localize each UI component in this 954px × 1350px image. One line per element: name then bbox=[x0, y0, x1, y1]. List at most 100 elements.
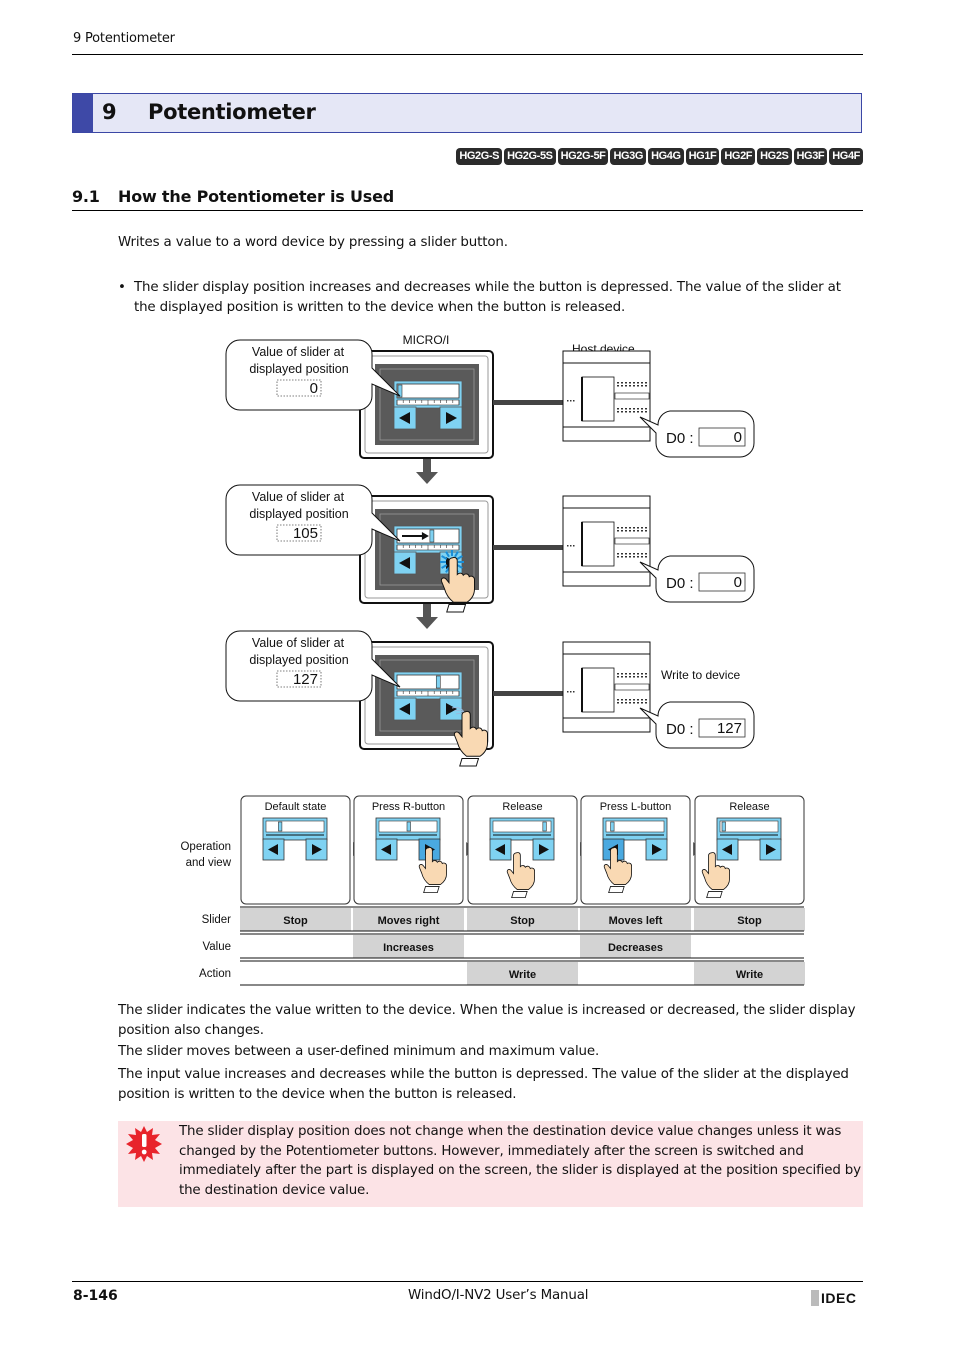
hand-cuff bbox=[423, 886, 440, 894]
host-slot bbox=[614, 683, 650, 691]
port-pin bbox=[573, 545, 575, 547]
callout-line: Value of slider at bbox=[252, 345, 345, 359]
slider-track bbox=[396, 674, 460, 690]
table-cell-text: Stop bbox=[283, 915, 308, 927]
io-terminal bbox=[621, 530, 623, 532]
host-module bbox=[581, 376, 615, 422]
io-terminal bbox=[637, 408, 639, 410]
slider-value: 127 bbox=[293, 671, 318, 688]
device-label: D0 : bbox=[666, 430, 694, 447]
operation-card bbox=[467, 795, 578, 905]
micro-i-frame bbox=[359, 350, 494, 459]
press-burst-ray bbox=[454, 566, 459, 573]
release-motion-line bbox=[455, 713, 469, 719]
port-pin bbox=[573, 691, 575, 693]
mini-left-button bbox=[602, 838, 625, 861]
host-module bbox=[581, 521, 615, 567]
hand-pointer-icon bbox=[453, 710, 488, 767]
callout-bubble bbox=[225, 339, 401, 411]
row-label-operation: Operation bbox=[180, 841, 231, 853]
port-pin bbox=[567, 545, 569, 547]
right-button bbox=[439, 406, 463, 430]
model-badges: HG2G-S HG2G-5S HG2G-5F HG3G HG4G HG1F HG… bbox=[456, 148, 863, 165]
mini-right-button bbox=[418, 838, 441, 861]
io-terminal bbox=[625, 382, 627, 384]
io-terminal bbox=[621, 702, 623, 704]
paragraph: The slider moves between a user-defined … bbox=[118, 1044, 600, 1059]
mini-slider-body bbox=[602, 817, 668, 841]
host-device-body bbox=[562, 641, 651, 733]
io-terminal bbox=[629, 385, 631, 387]
mini-slider-knob bbox=[278, 821, 283, 832]
io-terminal bbox=[617, 382, 619, 384]
model-badge: HG2G-S bbox=[456, 148, 503, 165]
left-arrow-icon bbox=[268, 844, 278, 855]
io-terminal bbox=[617, 411, 619, 413]
io-terminal bbox=[645, 673, 647, 675]
io-terminal bbox=[617, 527, 619, 529]
io-terminal bbox=[625, 527, 627, 529]
right-arrow-icon bbox=[312, 844, 322, 855]
io-terminal bbox=[641, 411, 643, 413]
device-value-bubble bbox=[639, 410, 755, 458]
io-terminal bbox=[629, 411, 631, 413]
screen-inner-border bbox=[379, 513, 475, 586]
model-badge: HG3G bbox=[610, 148, 647, 165]
operation-card bbox=[240, 795, 351, 905]
io-terminal bbox=[621, 699, 623, 701]
micro-i-frame bbox=[359, 641, 494, 750]
io-terminal bbox=[629, 530, 631, 532]
hand-shape bbox=[506, 852, 536, 890]
operation-title: Release bbox=[502, 801, 542, 813]
io-terminal bbox=[625, 530, 627, 532]
mini-slider-track bbox=[492, 820, 552, 833]
operation-column: Release Stop Write bbox=[467, 795, 590, 985]
table-cell-shaded bbox=[353, 935, 464, 958]
io-terminal bbox=[633, 382, 635, 384]
io-terminal bbox=[629, 699, 631, 701]
table-cell-shaded bbox=[467, 908, 578, 931]
callout-line: displayed position bbox=[249, 362, 348, 376]
io-terminal bbox=[629, 673, 631, 675]
port-pin bbox=[567, 400, 569, 402]
model-badge: HG2G-5S bbox=[504, 148, 556, 165]
model-badge: HG2G-5F bbox=[557, 148, 609, 165]
io-terminal bbox=[641, 556, 643, 558]
io-terminal bbox=[621, 385, 623, 387]
mini-left-button bbox=[375, 838, 398, 861]
hand-cuff bbox=[446, 604, 467, 613]
hand-cuff bbox=[706, 891, 723, 899]
slider-scale bbox=[396, 544, 460, 551]
io-terminal bbox=[633, 673, 635, 675]
slider-track bbox=[396, 383, 460, 399]
table-cell-text: Increases bbox=[383, 942, 434, 954]
operation-card bbox=[580, 795, 691, 905]
device-value: 0 bbox=[734, 574, 742, 591]
connection-cable bbox=[493, 545, 563, 550]
left-arrow-icon bbox=[399, 703, 410, 715]
operation-column: Release Stop Write bbox=[694, 795, 805, 985]
model-badge: HG4F bbox=[829, 148, 863, 165]
io-terminal bbox=[645, 556, 647, 558]
io-terminal bbox=[633, 530, 635, 532]
intro-paragraph: Writes a value to a word device by press… bbox=[118, 235, 508, 250]
slider-knob bbox=[429, 529, 435, 543]
mini-right-button bbox=[532, 838, 555, 861]
motion-arrow-head bbox=[421, 532, 429, 540]
io-terminal bbox=[645, 385, 647, 387]
io-terminal bbox=[633, 385, 635, 387]
mini-left-button bbox=[489, 838, 512, 861]
right-arrow-icon bbox=[652, 844, 662, 855]
operation-column: Default state Stop bbox=[240, 795, 363, 931]
footer-rule bbox=[72, 1281, 863, 1282]
io-terminal bbox=[645, 382, 647, 384]
operation-title: Default state bbox=[265, 801, 327, 813]
io-terminal bbox=[641, 702, 643, 704]
io-terminal bbox=[641, 385, 643, 387]
caution-note: The slider display position does not cha… bbox=[118, 1121, 863, 1207]
host-slot bbox=[614, 392, 650, 400]
slider-value: 105 bbox=[293, 525, 318, 542]
mini-slider-body bbox=[262, 817, 328, 841]
io-terminal bbox=[625, 702, 627, 704]
io-terminal bbox=[645, 411, 647, 413]
